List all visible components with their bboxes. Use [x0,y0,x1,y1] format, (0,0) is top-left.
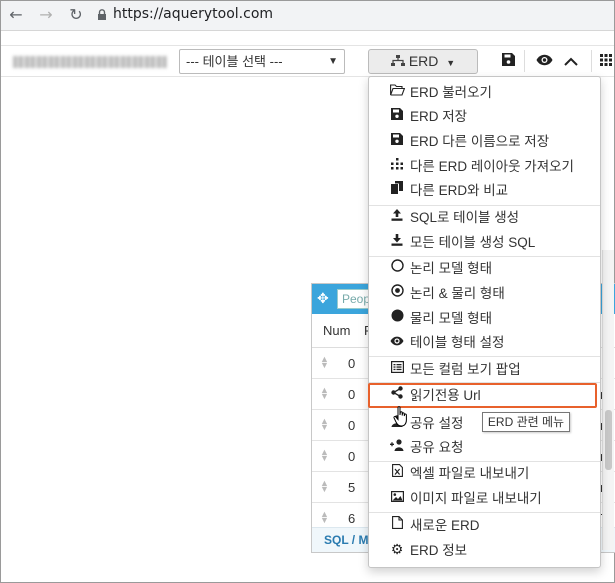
reload-icon[interactable]: ↻ [65,4,87,26]
erd-menu-button[interactable]: ERD ▼ [368,49,478,74]
browser-address-bar: ← → ↻ https://aquerytool.com [1,1,614,31]
excel-file-icon [389,461,405,486]
move-icon[interactable]: ✥ [317,290,329,307]
save-icon [389,104,405,129]
menu-item-compare-erd[interactable]: 다른 ERD와 비교 [369,178,600,203]
arrow-right-icon[interactable]: → [35,4,57,26]
menu-item-import-layout[interactable]: 다른 ERD 레이아웃 가져오기 [369,154,600,179]
menu-item-logical-model[interactable]: 논리 모델 형태 [369,256,600,281]
erd-button-label: ERD [408,53,439,69]
menu-item-save-erd[interactable]: ERD 저장 [369,104,600,129]
project-name-blurred [13,56,167,68]
menu-item-new-erd[interactable]: 새로운 ERD [369,513,600,538]
app-toolbar: --- 테이블 선택 --- ▼ ERD ▼ [1,45,614,77]
vertical-scrollbar[interactable] [602,250,614,550]
file-icon [389,513,405,538]
menu-item-save-as[interactable]: ERD 다른 이름으로 저장 [369,129,600,154]
scrollbar-thumb[interactable] [605,410,612,470]
circle-empty-icon [389,256,405,281]
table-select[interactable]: --- 테이블 선택 --- ▼ [179,49,345,74]
folder-open-icon [389,80,405,105]
download-icon [389,230,405,255]
table-select-value: --- 테이블 선택 --- [186,54,283,69]
sort-handle-icon[interactable]: ▲ ▼ [320,448,329,463]
hand-cursor-icon [393,406,407,427]
tooltip: ERD 관련 메뉴 [482,412,570,432]
eye-icon[interactable] [532,49,556,74]
image-icon [389,486,405,511]
hover-highlight [368,383,597,408]
url-text[interactable]: https://aquerytool.com [113,6,273,22]
column-header-num: Num [323,323,351,338]
lock-icon [98,9,106,20]
list-icon [389,357,405,382]
grid-icon[interactable] [597,49,615,74]
toolbar-divider [524,50,525,72]
menu-item-all-table-sql[interactable]: 모든 테이블 생성 SQL [369,230,600,255]
menu-item-all-columns-popup[interactable]: 모든 컬럼 보기 팝업 [369,357,600,382]
menu-item-share-request[interactable]: 공유 요청 [369,435,600,460]
menu-item-load-erd[interactable]: ERD 불러오기 [369,80,600,105]
copy-icon [389,178,405,203]
sort-handle-icon[interactable]: ▲ ▼ [320,479,329,494]
circle-filled-icon [389,306,405,331]
gear-icon: ⚙ [390,542,404,558]
menu-item-logical-physical[interactable]: 논리 & 물리 형태 [369,281,600,306]
erd-dropdown-menu: ERD 불러오기 ERD 저장 ERD 다른 이름으로 저장 다른 ERD 레이… [368,76,601,568]
save-icon [389,129,405,154]
menu-item-export-image[interactable]: 이미지 파일로 내보내기 [369,486,600,511]
save-icon[interactable] [496,49,520,74]
upload-icon [389,205,405,230]
sitemap-icon [390,55,405,66]
chevron-up-icon[interactable] [559,49,583,74]
arrow-left-icon[interactable]: ← [5,4,27,26]
sort-handle-icon[interactable]: ▲ ▼ [320,417,329,432]
layout-icon [389,154,405,179]
user-plus-icon [389,435,405,460]
sort-handle-icon[interactable]: ▲ ▼ [320,355,329,370]
menu-item-table-view-settings[interactable]: 테이블 형태 설정 [369,330,600,355]
toolbar-divider [591,50,592,72]
menu-item-erd-info[interactable]: ⚙ ERD 정보 [369,538,600,563]
caret-down-icon: ▼ [328,56,338,67]
eye-icon [389,330,405,355]
menu-item-physical-model[interactable]: 물리 모델 형태 [369,306,600,331]
sort-handle-icon[interactable]: ▲ ▼ [320,386,329,401]
menu-item-export-excel[interactable]: 엑셀 파일로 내보내기 [369,461,600,486]
circle-dot-icon [389,281,405,306]
menu-item-create-table-from-sql[interactable]: SQL로 테이블 생성 [369,205,600,230]
sort-handle-icon[interactable]: ▲ ▼ [320,510,329,525]
caret-down-icon: ▼ [446,58,456,68]
